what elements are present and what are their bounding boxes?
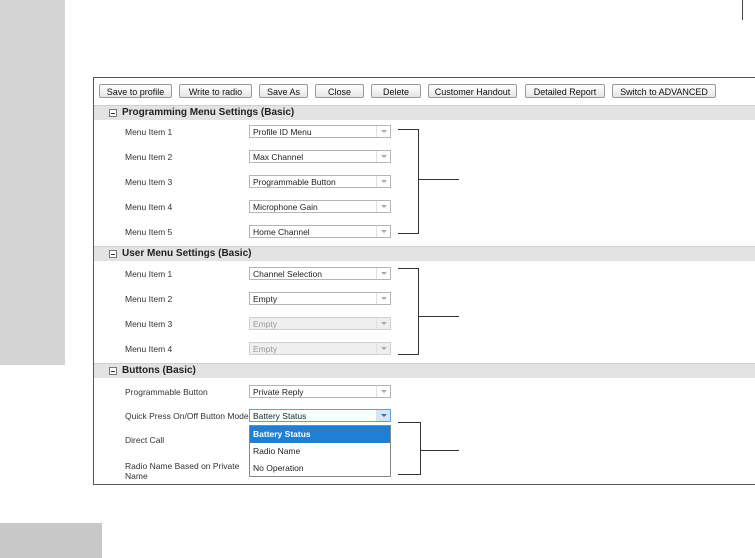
programmable-button-label: Programmable Button xyxy=(125,387,208,397)
prog-menu-item-3-label: Menu Item 3 xyxy=(125,177,173,187)
section-title: Buttons (Basic) xyxy=(122,365,196,376)
annotation-bracket-dropdown xyxy=(398,422,421,475)
buttons-section-header[interactable]: Buttons (Basic) xyxy=(94,363,755,378)
quick-press-select[interactable]: Battery Status xyxy=(249,409,391,422)
chevron-down-icon xyxy=(376,318,390,329)
prog-menu-item-4-select[interactable]: Microphone Gain xyxy=(249,200,391,213)
bottom-tab xyxy=(0,523,102,558)
prog-menu-item-5-label: Menu Item 5 xyxy=(125,227,173,237)
user-menu-item-3-select: Empty xyxy=(249,317,391,330)
chevron-down-icon xyxy=(376,201,390,212)
direct-call-label: Direct Call xyxy=(125,435,165,445)
save-as-button[interactable]: Save As xyxy=(259,84,308,98)
user-menu-section-header[interactable]: User Menu Settings (Basic) xyxy=(94,246,755,261)
switch-to-advanced-button[interactable]: Switch to ADVANCED xyxy=(612,84,716,98)
chevron-down-icon xyxy=(376,126,390,137)
prog-menu-item-4-label: Menu Item 4 xyxy=(125,202,173,212)
detailed-report-button[interactable]: Detailed Report xyxy=(525,84,605,98)
side-tab xyxy=(0,0,65,365)
chevron-down-icon xyxy=(376,386,390,397)
codeplug-window: Save to profile Write to radio Save As C… xyxy=(93,77,755,485)
dropdown-option-radio-name[interactable]: Radio Name xyxy=(250,443,390,460)
section-title: User Menu Settings (Basic) xyxy=(122,248,252,259)
chevron-down-icon xyxy=(376,293,390,304)
programmable-button-select[interactable]: Private Reply xyxy=(249,385,391,398)
radio-name-label-line1: Radio Name Based on Private xyxy=(125,461,240,471)
chevron-down-icon xyxy=(376,343,390,354)
collapse-icon[interactable] xyxy=(109,109,117,117)
chevron-down-icon xyxy=(376,151,390,162)
chevron-down-icon xyxy=(376,176,390,187)
dropdown-option-no-operation[interactable]: No Operation xyxy=(250,460,390,477)
write-to-radio-button[interactable]: Write to radio xyxy=(179,84,252,98)
prog-menu-item-5-select[interactable]: Home Channel xyxy=(249,225,391,238)
annotation-bracket-user-menu xyxy=(398,268,419,355)
corner-mark xyxy=(742,0,743,20)
user-menu-item-4-label: Menu Item 4 xyxy=(125,344,173,354)
annotation-bracket-pointer xyxy=(421,450,459,451)
prog-menu-item-1-select[interactable]: Profile ID Menu xyxy=(249,125,391,138)
chevron-down-icon xyxy=(376,226,390,237)
chevron-down-icon xyxy=(376,410,390,421)
programming-menu-section-header[interactable]: Programming Menu Settings (Basic) xyxy=(94,105,755,120)
customer-handout-button[interactable]: Customer Handout xyxy=(428,84,517,98)
prog-menu-item-3-select[interactable]: Programmable Button xyxy=(249,175,391,188)
prog-menu-item-2-select[interactable]: Max Channel xyxy=(249,150,391,163)
annotation-bracket-pointer xyxy=(419,316,459,317)
collapse-icon[interactable] xyxy=(109,250,117,258)
prog-menu-item-1-label: Menu Item 1 xyxy=(125,127,173,137)
section-title: Programming Menu Settings (Basic) xyxy=(122,107,295,118)
chevron-down-icon xyxy=(376,268,390,279)
dropdown-option-battery-status[interactable]: Battery Status xyxy=(250,426,390,443)
annotation-bracket-programming xyxy=(398,129,419,234)
user-menu-item-1-label: Menu Item 1 xyxy=(125,269,173,279)
radio-name-label-line2: Name xyxy=(125,471,148,481)
save-to-profile-button[interactable]: Save to profile xyxy=(99,84,172,98)
user-menu-item-4-select: Empty xyxy=(249,342,391,355)
collapse-icon[interactable] xyxy=(109,367,117,375)
annotation-bracket-pointer xyxy=(419,179,459,180)
close-button[interactable]: Close xyxy=(315,84,364,98)
user-menu-item-2-label: Menu Item 2 xyxy=(125,294,173,304)
user-menu-item-1-select[interactable]: Channel Selection xyxy=(249,267,391,280)
delete-button[interactable]: Delete xyxy=(371,84,421,98)
quick-press-dropdown-list: Battery Status Radio Name No Operation xyxy=(249,425,391,477)
user-menu-item-2-select[interactable]: Empty xyxy=(249,292,391,305)
quick-press-label: Quick Press On/Off Button Mode xyxy=(125,411,249,421)
prog-menu-item-2-label: Menu Item 2 xyxy=(125,152,173,162)
toolbar: Save to profile Write to radio Save As C… xyxy=(94,78,755,104)
user-menu-item-3-label: Menu Item 3 xyxy=(125,319,173,329)
